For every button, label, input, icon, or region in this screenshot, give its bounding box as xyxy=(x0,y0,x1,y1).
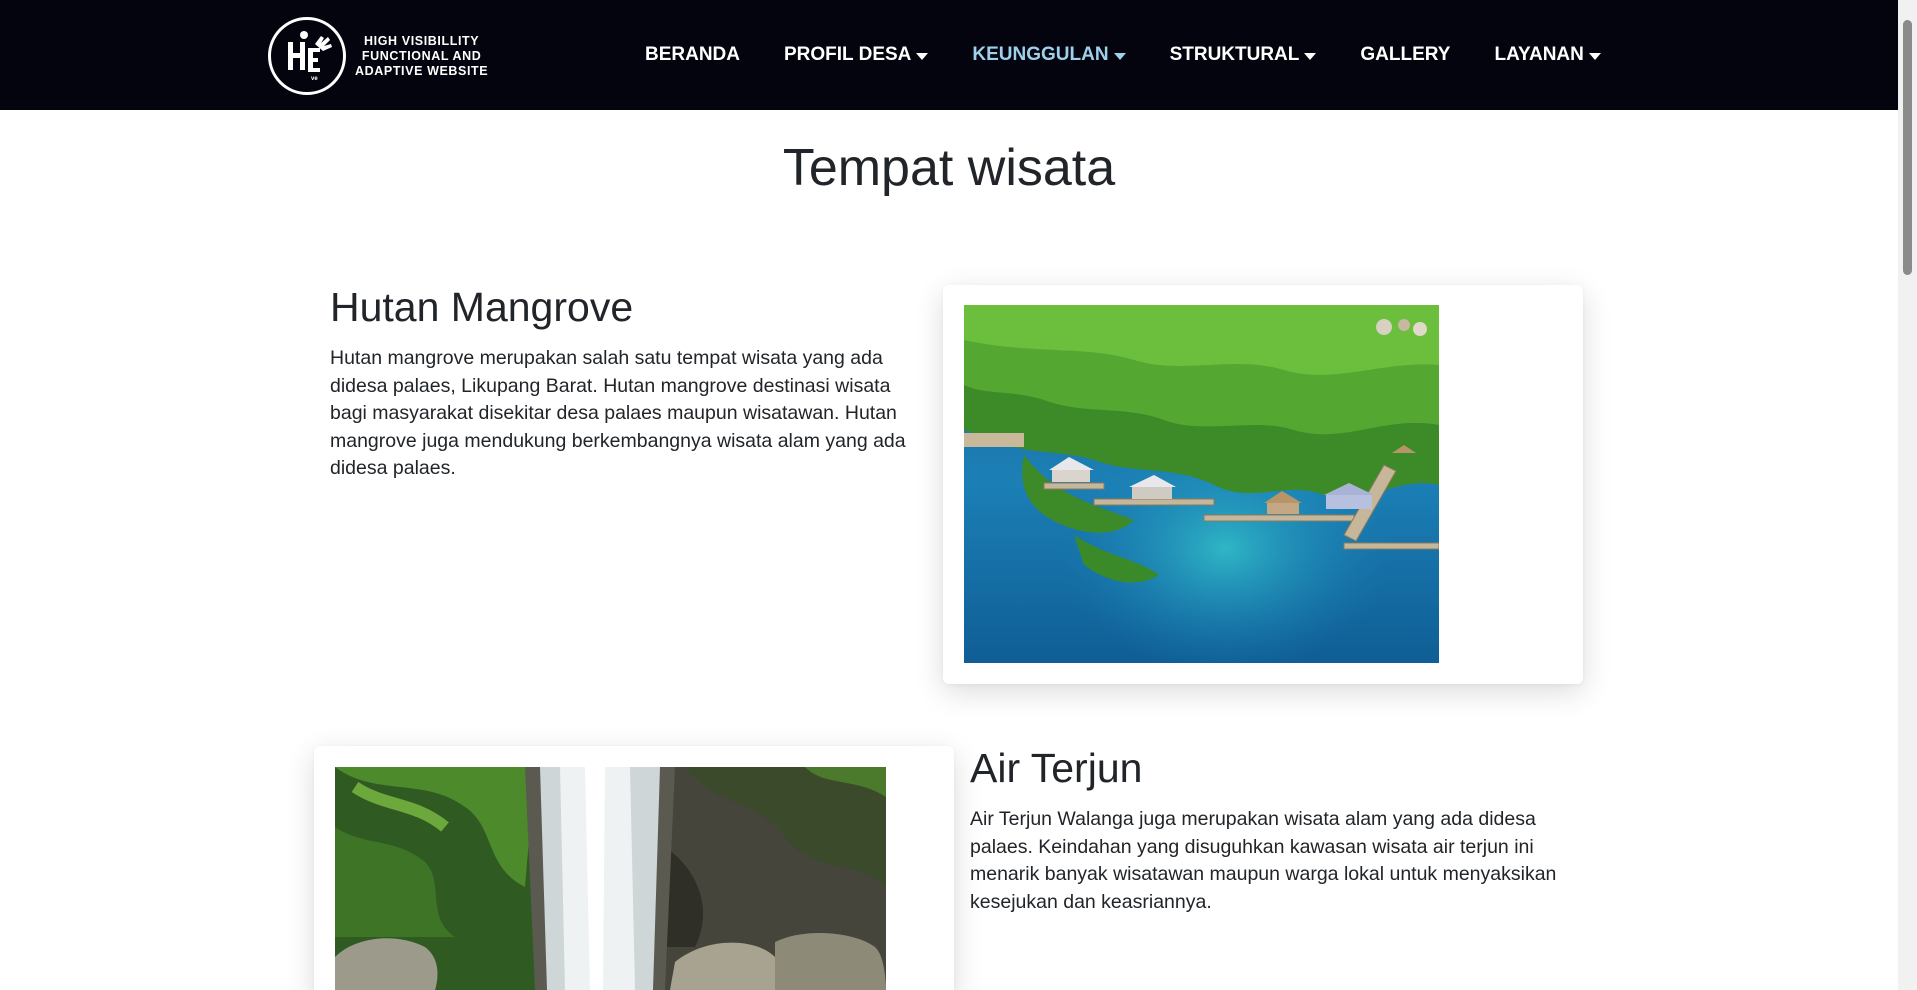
section-text-air-terjun: Air Terjun Walanga juga merupakan wisata… xyxy=(970,808,1557,913)
hive-logo-icon: ve xyxy=(268,17,346,95)
page: ve HIGH VISIBILLITY FUNCTIONAL AND ADAPT… xyxy=(0,0,1898,990)
site-logo[interactable]: ve HIGH VISIBILLITY FUNCTIONAL AND ADAPT… xyxy=(268,15,508,97)
nav-label: STRUKTURAL xyxy=(1169,44,1300,65)
section-heading-air-terjun: Air Terjun xyxy=(970,745,1143,791)
nav-label: KEUNGGULAN xyxy=(972,44,1109,65)
section-heading-mangrove: Hutan Mangrove xyxy=(330,284,634,330)
nav-label: BERANDA xyxy=(645,44,740,65)
mangrove-image xyxy=(964,305,1439,663)
nav-keunggulan[interactable]: KEUNGGULAN xyxy=(972,44,1126,66)
page-title: Tempat wisata xyxy=(782,139,1116,197)
caret-down-icon xyxy=(1304,52,1317,60)
svg-text:ve: ve xyxy=(311,76,318,82)
caret-down-icon xyxy=(916,52,929,60)
nav-profil-desa[interactable]: PROFIL DESA xyxy=(784,44,929,66)
nav-layanan[interactable]: LAYANAN xyxy=(1494,44,1601,66)
nav-struktural[interactable]: STRUKTURAL xyxy=(1170,44,1317,66)
section-text-mangrove: Hutan mangrove merupakan salah satu temp… xyxy=(330,347,906,479)
vertical-scrollbar[interactable] xyxy=(1898,0,1917,990)
main-nav: BERANDA PROFIL DESA KEUNGGULAN STRUKTURA… xyxy=(645,0,1645,110)
caret-down-icon xyxy=(1113,52,1126,60)
scrollbar-thumb[interactable] xyxy=(1903,20,1912,275)
waterfall-image xyxy=(335,767,886,990)
logo-text-line: HIGH VISIBILLITY xyxy=(364,33,480,48)
logo-text-line: FUNCTIONAL AND xyxy=(361,48,482,63)
nav-beranda[interactable]: BERANDA xyxy=(645,44,740,66)
logo-text: HIGH VISIBILLITY FUNCTIONAL AND ADAPTIVE… xyxy=(355,34,488,79)
nav-gallery[interactable]: GALLERY xyxy=(1360,44,1450,66)
navbar: ve HIGH VISIBILLITY FUNCTIONAL AND ADAPT… xyxy=(0,0,1898,110)
nav-label: PROFIL DESA xyxy=(784,44,912,65)
nav-label: LAYANAN xyxy=(1494,44,1584,65)
nav-label: GALLERY xyxy=(1360,44,1451,65)
caret-down-icon xyxy=(1588,52,1601,60)
logo-text-line: ADAPTIVE WEBSITE xyxy=(355,63,489,78)
